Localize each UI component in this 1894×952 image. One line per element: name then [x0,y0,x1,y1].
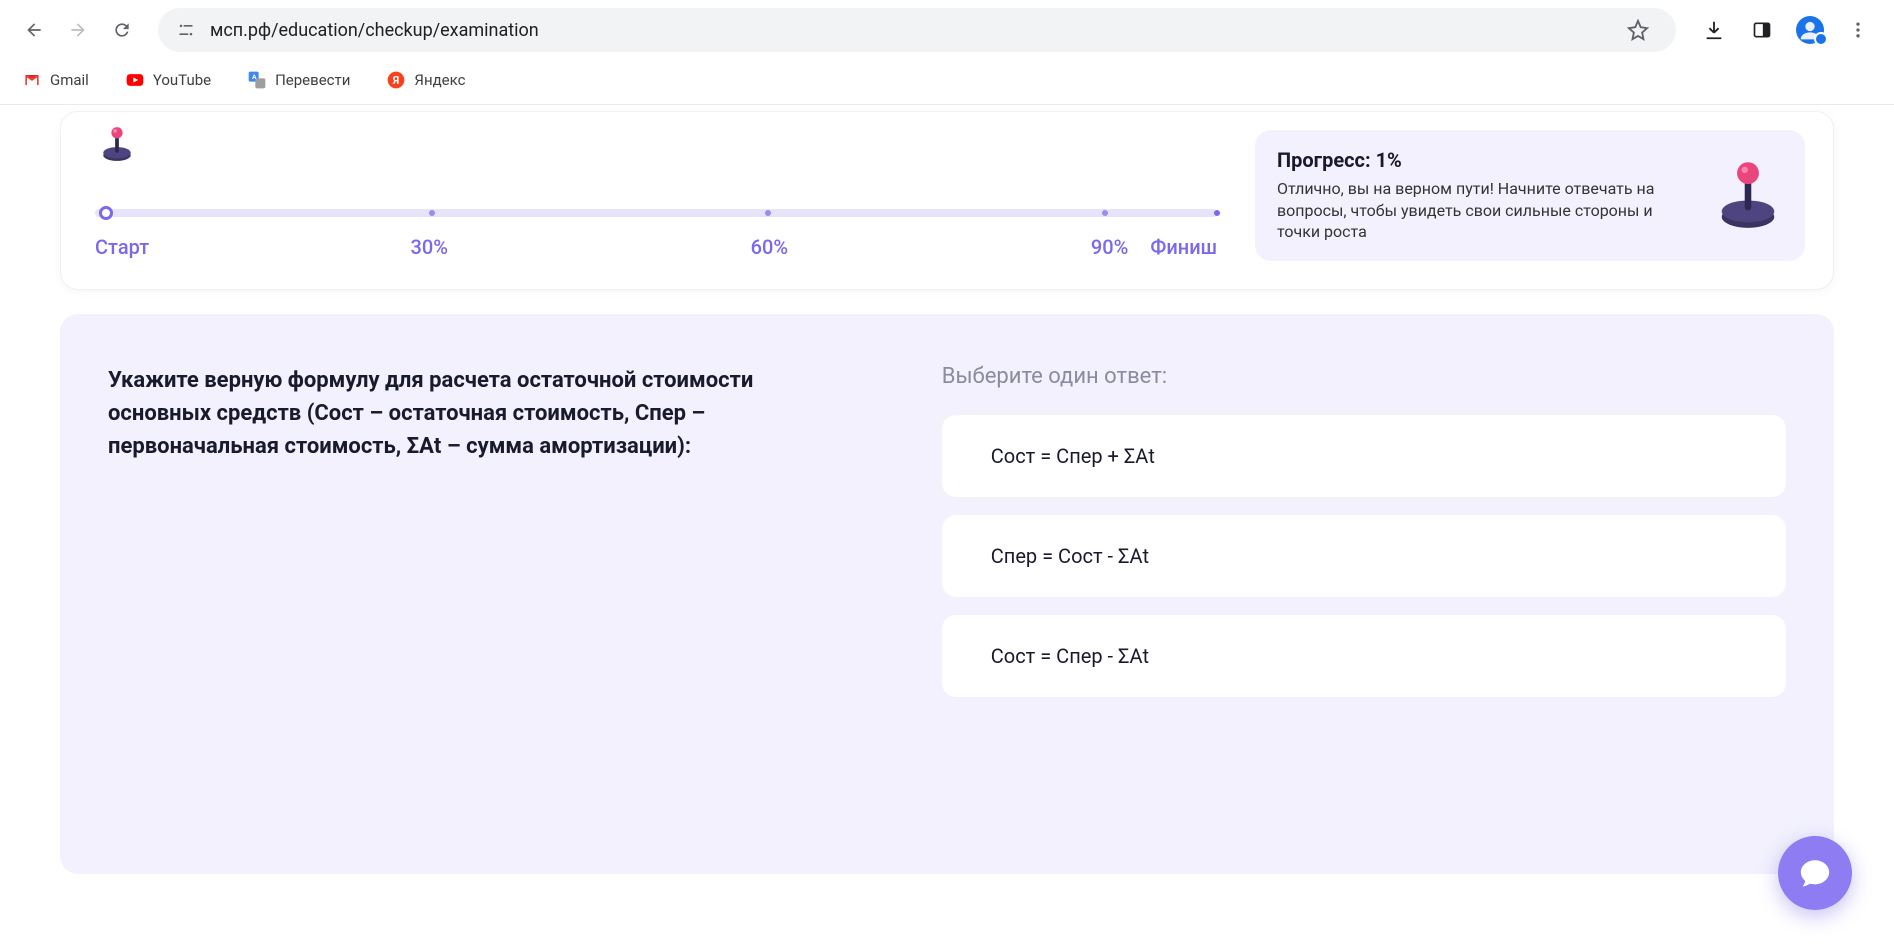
browser-menu-button[interactable] [1838,10,1878,50]
progress-thumb [99,206,113,220]
star-icon [1627,19,1649,41]
question-text-area: Укажите верную формулу для расчета остат… [60,314,894,874]
progress-card: Старт 30% 60% 90% Финиш Прогресс: 1% Отл… [60,111,1834,290]
answer-option-text: Сост = Спер + ΣАt [991,444,1155,468]
profile-button[interactable] [1790,10,1830,50]
site-settings-icon[interactable] [176,20,196,40]
chat-button[interactable] [1778,836,1852,910]
translate-icon: A [247,70,267,90]
svg-text:Я: Я [392,74,399,87]
answers-title: Выберите один ответ: [942,364,1786,389]
answer-option-1[interactable]: Сост = Спер + ΣАt [942,415,1786,497]
bookmarks-bar: Gmail YouTube A Перевести Я Яндекс [0,60,1894,105]
side-panel-icon [1752,20,1772,40]
answer-option-3[interactable]: Сост = Спер - ΣАt [942,615,1786,697]
progress-track [95,209,1217,217]
joystick-icon [97,124,137,164]
url-text: мсп.рф/education/checkup/examination [210,20,1604,41]
download-icon [1703,19,1725,41]
progress-dot-60 [765,210,771,216]
progress-title: Прогресс: 1% [1277,148,1693,172]
answers-area: Выберите один ответ: Сост = Спер + ΣАt С… [894,314,1834,874]
arrow-left-icon [24,20,44,40]
youtube-icon [125,70,145,90]
downloads-button[interactable] [1694,10,1734,50]
side-panel-button[interactable] [1742,10,1782,50]
progress-dot-90 [1102,210,1108,216]
progress-label-finish: Финиш [1150,235,1217,259]
arrow-right-icon [68,20,88,40]
yandex-icon: Я [386,70,406,90]
gmail-icon [22,70,42,90]
progress-label-90: 90% [1091,235,1128,259]
answer-option-text: Спер = Сост - ΣАt [991,544,1149,568]
bookmark-label: Яндекс [414,71,465,89]
reload-icon [112,20,132,40]
bookmark-label: Gmail [50,71,89,89]
progress-label-30: 30% [410,235,447,259]
bookmark-label: Перевести [275,71,350,89]
progress-dot-end [1214,210,1220,216]
progress-dot-30 [429,210,435,216]
progress-description: Отлично, вы на верном пути! Начните отве… [1277,178,1693,243]
progress-track-area: Старт 30% 60% 90% Финиш [89,130,1223,261]
progress-label-start: Старт [95,235,149,259]
address-bar[interactable]: мсп.рф/education/checkup/examination [158,8,1676,52]
bookmark-translate[interactable]: A Перевести [241,66,356,94]
joystick-large-icon [1713,160,1783,230]
chat-icon [1798,856,1832,890]
answer-option-2[interactable]: Спер = Сост - ΣАt [942,515,1786,597]
browser-toolbar: мсп.рф/education/checkup/examination [0,0,1894,60]
back-button[interactable] [16,12,52,48]
kebab-icon [1848,20,1868,40]
reload-button[interactable] [104,12,140,48]
question-text: Укажите верную формулу для расчета остат… [108,364,846,463]
progress-info-panel: Прогресс: 1% Отлично, вы на верном пути!… [1255,130,1805,261]
bookmark-label: YouTube [153,71,211,89]
bookmark-youtube[interactable]: YouTube [119,66,217,94]
bookmark-gmail[interactable]: Gmail [16,66,95,94]
answer-option-text: Сост = Спер - ΣАt [991,644,1149,668]
svg-text:A: A [252,73,257,81]
question-panel: Укажите верную формулу для расчета остат… [60,314,1834,874]
bookmark-star-button[interactable] [1618,10,1658,50]
bookmark-yandex[interactable]: Я Яндекс [380,66,471,94]
profile-avatar-icon [1796,16,1824,44]
progress-label-60: 60% [751,235,788,259]
forward-button[interactable] [60,12,96,48]
